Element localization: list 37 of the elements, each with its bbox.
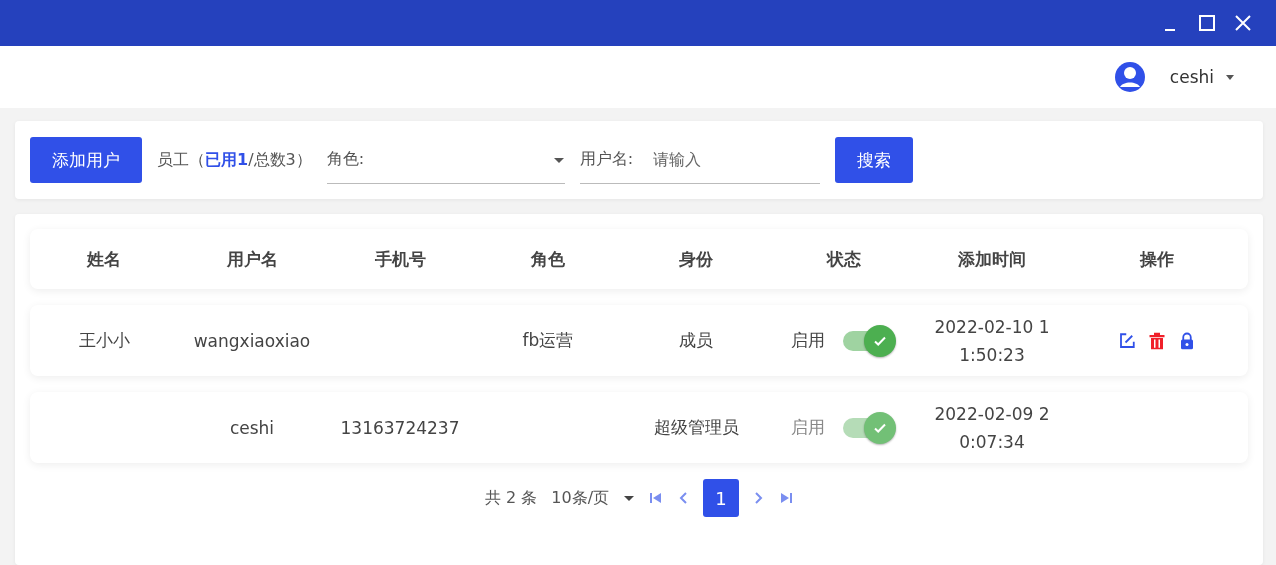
avatar-icon[interactable] [1113,61,1146,93]
search-button[interactable]: 搜索 [834,137,913,183]
first-page-icon[interactable] [649,491,664,505]
table-cell: 王小小 [78,329,130,352]
table-cell: 超级管理员 [653,416,739,439]
add-user-button[interactable]: 添加用户 [30,137,142,183]
table-cell: wangxiaoxiao [193,330,311,351]
column-header: 角色 [530,247,566,271]
status-toggle[interactable] [843,323,897,358]
page-size-select[interactable]: 10条/页 [551,487,610,509]
staff-count: 员工（已用1/总数3） [157,149,312,171]
last-page-icon[interactable] [779,491,794,505]
page-button[interactable]: 1 [703,479,740,517]
column-header: 状态 [825,247,862,271]
table-cell: 成员 [679,329,713,352]
status-text: 启用 [791,329,825,352]
table-cell: ceshi [229,417,275,438]
table-cell: fb运营 [522,329,574,352]
table-cell: 13163724237 [340,417,460,438]
table-cell-text: 2022-02-10 11:50:23 [933,315,1051,367]
delete-icon[interactable] [1148,331,1166,350]
status-text: 启用 [791,416,825,439]
lock-icon[interactable] [1178,331,1196,350]
maximize-icon[interactable] [1196,12,1218,34]
username-menu[interactable]: ceshi [1169,67,1214,87]
role-select[interactable]: 角色: [326,136,565,184]
table-cell-text: 2022-02-09 20:07:34 [933,402,1051,454]
previous-page-icon[interactable] [677,491,690,505]
column-header: 添加时间 [957,247,1027,271]
total-count: 共 2 条 [484,487,538,509]
column-header: 姓名 [85,247,122,271]
column-header: 操作 [1138,247,1175,271]
column-header: 用户名 [225,247,279,271]
column-header: 身份 [678,247,714,271]
column-header: 手机号 [373,247,427,271]
username-field[interactable]: 用户名: 请输入 [579,136,820,184]
edit-icon[interactable] [1118,331,1136,350]
